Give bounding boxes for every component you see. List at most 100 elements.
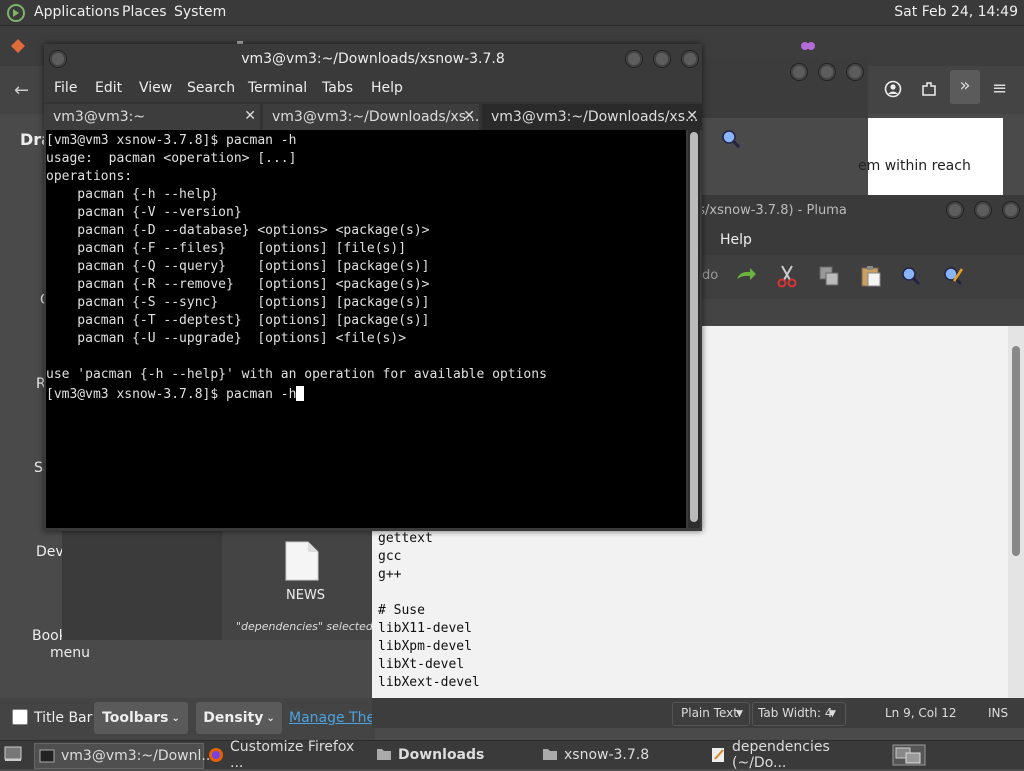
manage-themes-link[interactable]: Manage Them [289, 710, 373, 726]
menu-edit[interactable]: Edit [95, 80, 122, 96]
close-icon[interactable]: ✕ [463, 108, 475, 124]
terminal-tab-3-active[interactable]: vm3@vm3:~/Downloads/xs... ✕ [482, 104, 702, 130]
account-icon[interactable] [884, 80, 902, 98]
close-icon[interactable]: ✕ [686, 108, 698, 124]
terminal-title: vm3@vm3:~/Downloads/xsnow-3.7.8 [241, 51, 505, 67]
terminal-maximize-button[interactable] [653, 50, 671, 68]
terminal-titlebar[interactable]: vm3@vm3:~/Downloads/xsnow-3.7.8 [44, 44, 702, 74]
system-menu[interactable]: System [174, 4, 226, 20]
pluma-minimize-button[interactable] [946, 201, 964, 219]
folder-icon [542, 747, 558, 763]
terminal-scroll-thumb[interactable] [690, 132, 698, 522]
tab-width-label[interactable]: Tab Width: 4 [758, 706, 832, 720]
bgwin-close-button[interactable] [846, 63, 864, 81]
terminal-icon [39, 748, 55, 764]
chevron-down-icon: ▼ [736, 709, 743, 719]
pluma-title: ds/xsnow-3.7.8) - Pluma [690, 203, 847, 218]
cut-icon[interactable] [776, 264, 798, 288]
terminal-screen[interactable]: [vm3@vm3 xsnow-3.7.8]$ pacman -h usage: … [46, 130, 686, 528]
toolbars-button[interactable]: Toolbars ⌄ [94, 702, 188, 734]
firefox-icon [208, 747, 224, 763]
taskbar-item-terminal[interactable]: vm3@vm3:~/Downl... [34, 743, 215, 769]
terminal-tab-1[interactable]: vm3@vm3:~ ✕ [44, 104, 260, 130]
terminal-prompt-text: [vm3@vm3 xsnow-3.7.8]$ pacman -h [46, 387, 297, 402]
menu-search[interactable]: Search [187, 80, 235, 96]
chevron-down-icon: ▼ [829, 709, 836, 719]
chevron-down-icon: ⌄ [266, 712, 275, 724]
terminal-close-button[interactable] [681, 50, 699, 68]
taskbar-label: Downloads [398, 747, 485, 763]
menu-file[interactable]: File [54, 80, 77, 96]
undo-label[interactable]: do [702, 268, 718, 283]
search-icon[interactable] [900, 265, 922, 287]
places-menu[interactable]: Places [122, 4, 167, 20]
density-label: Density [203, 710, 264, 726]
show-desktop-icon[interactable] [4, 746, 22, 762]
pluma-close-button[interactable] [1002, 201, 1020, 219]
pluma-scroll-thumb[interactable] [1012, 346, 1020, 556]
firefox-settings-icon [10, 38, 26, 54]
insert-mode: INS [988, 706, 1009, 720]
distro-logo-icon[interactable] [6, 3, 26, 23]
redo-icon[interactable] [734, 265, 758, 287]
close-icon[interactable]: ✕ [244, 108, 256, 124]
clock[interactable]: Sat Feb 24, 14:49 [894, 4, 1018, 20]
taskbar-item-xsnow[interactable]: xsnow-3.7.8 [538, 743, 698, 767]
search-replace-icon[interactable] [942, 265, 964, 287]
pluma-menu-help[interactable]: Help [720, 232, 752, 248]
overflow-menu-button[interactable]: » [950, 70, 980, 104]
taskbar-item-firefox[interactable]: Customize Firefox ... [206, 739, 366, 771]
menu-help[interactable]: Help [371, 80, 403, 96]
files-status-text: "dependencies" selected (36 [236, 620, 395, 633]
taskbar-label: vm3@vm3:~/Downl... [61, 748, 215, 764]
overflow-panel-text: em within reach [858, 158, 971, 174]
terminal-tab-label: vm3@vm3:~/Downloads/xs... [491, 109, 699, 125]
copy-icon[interactable] [818, 265, 840, 287]
language-label[interactable]: Plain Text [681, 706, 738, 720]
terminal-tab-label: vm3@vm3:~/Downloads/xs... [272, 109, 479, 125]
terminal-scrollbar[interactable] [688, 130, 700, 528]
titlebar-label: Title Bar [34, 710, 93, 726]
sidebar-label-menu: menu [50, 645, 90, 661]
terminal-menubar: File Edit View Search Terminal Tabs Help [44, 74, 702, 102]
pluma-scrollbar[interactable] [1008, 326, 1024, 698]
workspace-switcher-icon[interactable] [892, 744, 926, 766]
taskbar-label: Customize Firefox ... [230, 739, 355, 771]
terminal-tabbar: vm3@vm3:~ ✕ vm3@vm3:~/Downloads/xs... ✕ … [44, 102, 702, 130]
bgwin-minimize-button[interactable] [790, 63, 808, 81]
applications-menu[interactable]: Applications [34, 4, 120, 20]
menu-terminal[interactable]: Terminal [248, 80, 307, 96]
taskbar-item-downloads[interactable]: Downloads [372, 743, 532, 767]
pluma-maximize-button[interactable] [974, 201, 992, 219]
toolbars-label: Toolbars [102, 710, 169, 726]
menu-tabs[interactable]: Tabs [322, 80, 353, 96]
titlebar-checkbox[interactable] [12, 709, 28, 725]
bgwin-maximize-button[interactable] [818, 63, 836, 81]
menu-view[interactable]: View [139, 80, 172, 96]
news-file-label[interactable]: NEWS [286, 588, 325, 603]
top-panel: Applications Places System Sat Feb 24, 1… [0, 0, 1024, 26]
taskbar-label: dependencies (~/Do... [732, 739, 830, 771]
news-file-icon[interactable] [284, 540, 320, 582]
terminal-minimize-button[interactable] [625, 50, 643, 68]
terminal-prompt[interactable]: [vm3@vm3 xsnow-3.7.8]$ pacman -h [46, 384, 686, 404]
private-mask-icon [800, 38, 816, 54]
taskbar-label: xsnow-3.7.8 [564, 747, 650, 763]
terminal-tab-label: vm3@vm3:~ [53, 109, 146, 125]
back-arrow-icon[interactable]: ← [14, 80, 29, 101]
find-icon[interactable] [720, 128, 742, 150]
terminal-window-menu-button[interactable] [49, 50, 67, 68]
files-icon-view: NEWS "dependencies" selected (36 [222, 530, 395, 640]
hamburger-menu-icon[interactable]: ≡ [992, 78, 1007, 99]
paste-icon[interactable] [860, 264, 882, 288]
text-editor-icon [710, 747, 726, 763]
terminal-window[interactable]: vm3@vm3:~/Downloads/xsnow-3.7.8 File Edi… [44, 44, 702, 531]
extensions-icon[interactable] [920, 80, 938, 98]
background-window-header [700, 58, 868, 118]
density-button[interactable]: Density ⌄ [196, 702, 282, 734]
folder-icon [376, 747, 392, 763]
pluma-editor-text[interactable]: gettext gcc g++ # Suse libX11-devel libX… [378, 530, 480, 692]
cursor-position: Ln 9, Col 12 [885, 706, 957, 720]
terminal-tab-2[interactable]: vm3@vm3:~/Downloads/xs... ✕ [263, 104, 479, 130]
taskbar-item-pluma[interactable]: dependencies (~/Do... [706, 739, 882, 771]
